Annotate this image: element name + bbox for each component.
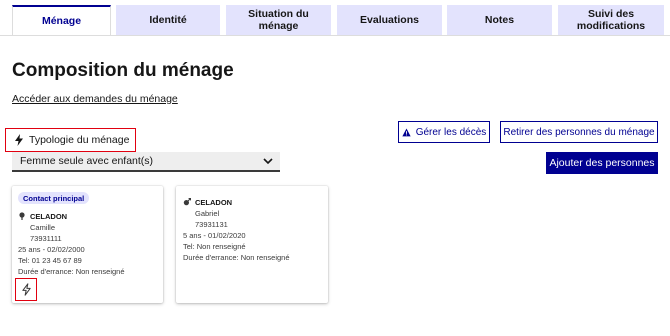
warning-icon [402,127,411,136]
person-lastname: CELADON [195,198,233,207]
person-firstname: Camille [30,223,56,232]
ajouter-personnes-button[interactable]: Ajouter des personnes [546,152,658,174]
person-id: 73931111 [30,234,62,243]
gerer-deces-button[interactable]: Gérer les décès [398,121,490,143]
typologie-label: Typologie du ménage [5,128,136,152]
page-title: Composition du ménage [12,60,234,81]
tab-identite[interactable]: Identité [116,5,220,35]
person-errance: Durée d'errance: Non renseigné [18,267,125,276]
typologie-select[interactable]: Femme seule avec enfant(s) [12,152,280,172]
tabs-divider [0,35,670,36]
tab-situation[interactable]: Situation du ménage [226,5,331,35]
female-icon [19,212,25,220]
male-icon [183,198,191,206]
tab-evaluations[interactable]: Evaluations [337,5,442,35]
person-errance: Durée d'errance: Non renseigné [183,253,290,262]
person-tel: Tel: Non renseigné [183,242,246,251]
tab-menage[interactable]: Ménage [12,5,111,35]
tab-bar: Ménage Identité Situation du ménage Eval… [0,5,670,35]
typologie-label-text: Typologie du ménage [29,134,130,146]
demandes-link[interactable]: Accéder aux demandes du ménage [12,93,178,105]
tab-notes[interactable]: Notes [447,5,552,35]
person-tel: Tel: 01 23 45 67 89 [18,256,82,265]
tab-suivi-modifications[interactable]: Suivi des modifications [558,5,664,35]
gerer-deces-label: Gérer les décès [415,126,487,138]
person-firstname: Gabriel [195,209,220,218]
retirer-personnes-label: Retirer des personnes du ménage [503,126,655,138]
person-age-birth: 25 ans - 02/02/2000 [18,245,85,254]
retirer-personnes-button[interactable]: Retirer des personnes du ménage [500,121,658,143]
chevron-down-icon [263,158,273,165]
contact-principal-badge: Contact principal [18,192,90,204]
person-lastname: CELADON [30,212,68,221]
bolt-icon [15,134,23,146]
person-id: 73931131 [195,220,228,229]
ajouter-personnes-label: Ajouter des personnes [549,157,655,169]
person-age-birth: 5 ans - 01/02/2020 [183,231,246,240]
typologie-bolt-button[interactable] [15,278,37,301]
bolt-icon [21,283,31,296]
typologie-select-value: Femme seule avec enfant(s) [20,155,154,167]
